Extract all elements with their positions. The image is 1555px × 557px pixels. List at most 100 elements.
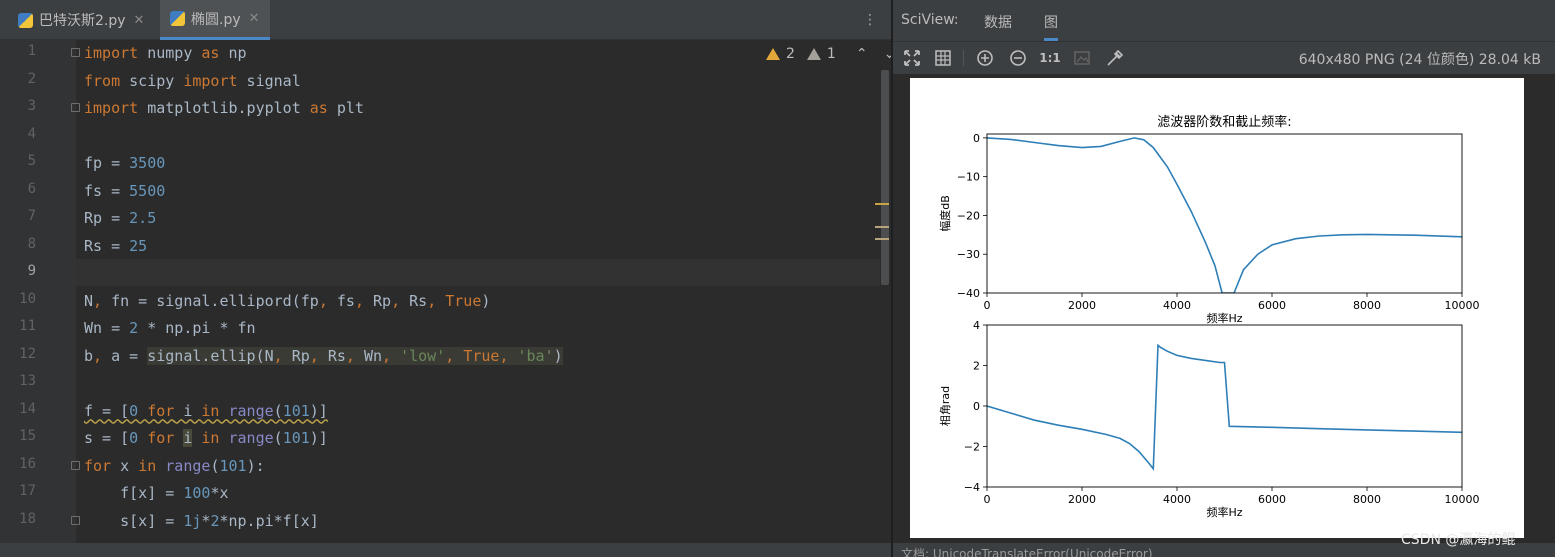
- background-icon[interactable]: [1073, 49, 1091, 67]
- chart-title: 滤波器阶数和截止频率:: [1157, 114, 1291, 130]
- code-line[interactable]: Rp = 2.5: [84, 205, 156, 232]
- x-tick-label: 10000: [1445, 299, 1480, 312]
- code-line[interactable]: fs = 5500: [84, 178, 165, 205]
- line-number: 1: [27, 43, 36, 59]
- line-number-gutter: 1 2 3 4 5 6 7 8 9 10 11 12 13 14 15 16 17 18: [0, 40, 80, 557]
- y-tick-label: 0: [973, 132, 980, 145]
- x-tick-label: 0: [984, 299, 991, 312]
- code-line[interactable]: b, a = signal.ellip(N, Rp, Rs, Wn, 'low'…: [84, 343, 563, 370]
- vertical-scrollbar[interactable]: [881, 70, 889, 285]
- code-line[interactable]: fp = 3500: [84, 150, 165, 177]
- x-axis-label: 频率Hz: [1206, 311, 1242, 325]
- grid-icon[interactable]: [934, 49, 952, 67]
- documentation-message: 文档: UnicodeTranslateError(UnicodeError): [901, 547, 1153, 557]
- x-tick-label: 6000: [1258, 299, 1286, 312]
- code-line[interactable]: from scipy import signal: [84, 68, 301, 95]
- y-tick-label: 2: [973, 360, 980, 373]
- python-file-icon: [170, 11, 185, 26]
- line-number: 11: [19, 318, 36, 334]
- x-tick-label: 4000: [1163, 299, 1191, 312]
- x-tick-label: 8000: [1353, 299, 1381, 312]
- tab-ellipse[interactable]: 椭圆.py ✕: [160, 0, 270, 40]
- sciview-pane: SciView: 数据 图 1:1 640x480 PNG (24 位颜色) 2…: [893, 0, 1555, 557]
- y-axis-label: 相角rad: [939, 386, 952, 426]
- x-tick-label: 8000: [1353, 493, 1381, 506]
- x-tick-label: 4000: [1163, 493, 1191, 506]
- actual-size-icon[interactable]: 1:1: [1039, 49, 1061, 67]
- y-tick-label: −2: [964, 441, 980, 454]
- code-line[interactable]: import numpy as np: [84, 40, 247, 67]
- x-tick-label: 0: [984, 493, 991, 506]
- code-line[interactable]: f[x] = 100*x: [84, 480, 228, 507]
- warning-stripe-marker[interactable]: [875, 238, 889, 240]
- sciview-title: SciView:: [901, 12, 959, 28]
- close-icon[interactable]: ✕: [249, 11, 260, 26]
- axes-frame: [986, 324, 1463, 488]
- plot-image[interactable]: 滤波器阶数和截止频率: 0 2000 4000 6000 8000 10000 0 −10 −20…: [910, 78, 1524, 538]
- line-number: 2: [27, 70, 36, 87]
- series-line: [987, 343, 1462, 472]
- zoom-in-icon[interactable]: [976, 49, 994, 67]
- y-tick-label: −20: [957, 209, 980, 222]
- warning-stripe-marker[interactable]: [875, 226, 889, 228]
- x-tick-label: 10000: [1445, 493, 1480, 506]
- ide-window: 巴特沃斯2.py ✕ 椭圆.py ✕ ⋮ 1 2 3 4 5 6 7 8 9 10 11 12 13 14…: [0, 0, 1555, 557]
- tab-butterworth[interactable]: 巴特沃斯2.py ✕: [8, 0, 154, 40]
- warning-count: 2: [786, 46, 795, 62]
- color-picker-icon[interactable]: [1106, 49, 1124, 67]
- line-number: 16: [19, 455, 36, 472]
- code-line[interactable]: for x in range(101):: [84, 453, 265, 480]
- line-number: 17: [19, 483, 36, 499]
- code-line[interactable]: import matplotlib.pyplot as plt: [84, 95, 364, 122]
- code-line[interactable]: s[x] = 1j*2*np.pi*f[x]: [84, 508, 319, 535]
- tab-label: 巴特沃斯2.py: [39, 13, 126, 29]
- sciview-header: SciView: 数据 图: [893, 0, 1555, 42]
- code-line[interactable]: f = [0 for i in range(101)]: [84, 398, 328, 425]
- vertical-dots-icon[interactable]: ⋮: [863, 12, 877, 28]
- y-tick-label: −10: [957, 171, 980, 184]
- axes-frame: [986, 133, 1463, 294]
- code-line[interactable]: N, fn = signal.ellipord(fp, fs, Rp, Rs, …: [84, 288, 490, 315]
- line-number: 5: [27, 153, 36, 169]
- tab-plots[interactable]: 图: [1044, 12, 1058, 41]
- code-line[interactable]: Wn = 2 * np.pi * fn: [84, 315, 256, 342]
- series-line: [987, 137, 1462, 293]
- y-tick-label: 4: [973, 319, 980, 332]
- tab-label: 椭圆.py: [191, 11, 241, 28]
- image-info: 640x480 PNG (24 位颜色) 28.04 kB: [1298, 52, 1541, 68]
- plot-figure: 滤波器阶数和截止频率:0 2000 4000 6000 8000 100000−10−20…: [938, 114, 1480, 519]
- line-number: 7: [27, 208, 36, 224]
- python-file-icon: [18, 12, 33, 28]
- x-tick-label: 2000: [1068, 299, 1096, 312]
- line-number: 13: [19, 373, 36, 389]
- x-tick-label: 6000: [1258, 493, 1286, 506]
- line-number: 12: [19, 345, 36, 362]
- weak-warning-count: 1: [826, 46, 836, 62]
- code-line[interactable]: s = [0 for i in range(101)]: [84, 425, 328, 452]
- line-number: 6: [27, 180, 36, 197]
- warning-icon: [766, 48, 780, 60]
- line-number: 8: [27, 235, 36, 252]
- chevron-up-icon[interactable]: ⌃: [856, 46, 868, 62]
- y-tick-label: 0: [973, 400, 980, 413]
- close-icon[interactable]: ✕: [134, 13, 145, 28]
- code-line[interactable]: Rs = 25: [84, 233, 147, 260]
- y-tick-label: −4: [964, 481, 980, 494]
- x-axis-label: 频率Hz: [1206, 505, 1242, 519]
- watermark: CSDN @瀛海的鲲: [1401, 532, 1516, 548]
- zoom-out-icon[interactable]: [1009, 49, 1027, 67]
- inspection-widget[interactable]: 2 1 ⌃ ⌄: [766, 46, 895, 62]
- line-number: 4: [27, 125, 36, 142]
- tab-data[interactable]: 数据: [984, 12, 1012, 32]
- warning-stripe-marker[interactable]: [875, 203, 889, 205]
- line-number: 10: [19, 290, 36, 307]
- y-tick-label: −30: [957, 248, 980, 261]
- line-number: 14: [19, 400, 36, 417]
- x-tick-label: 2000: [1068, 493, 1096, 506]
- line-number: 3: [27, 98, 36, 114]
- fit-screen-icon[interactable]: [903, 49, 921, 67]
- toolbar-separator: [963, 50, 964, 66]
- code-area[interactable]: import numpy as np from scipy import sign…: [76, 40, 880, 557]
- editor-tab-bar: 巴特沃斯2.py ✕ 椭圆.py ✕ ⋮: [0, 0, 891, 40]
- editor-pane: 巴特沃斯2.py ✕ 椭圆.py ✕ ⋮ 1 2 3 4 5 6 7 8 9 10 11 12 13 14…: [0, 0, 895, 557]
